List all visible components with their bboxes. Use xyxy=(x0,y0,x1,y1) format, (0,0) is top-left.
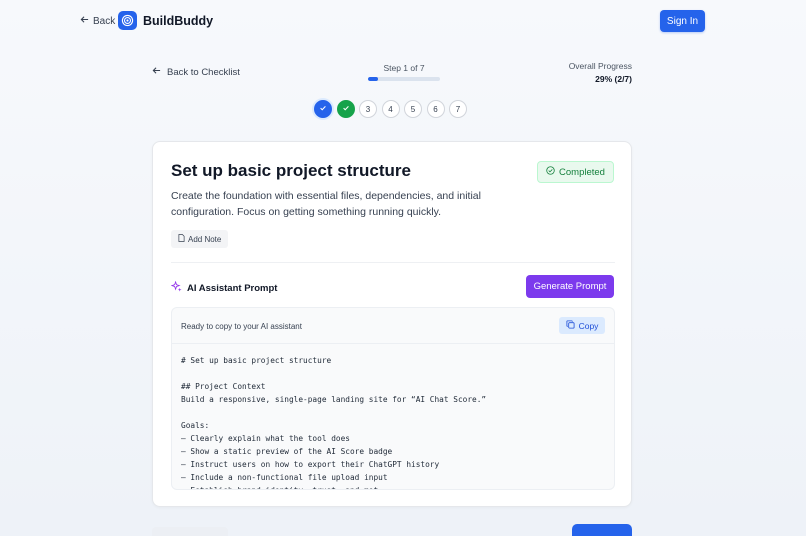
back-link[interactable]: Back xyxy=(80,15,115,27)
sign-in-button[interactable]: Sign In xyxy=(660,10,705,32)
arrow-left-icon xyxy=(152,66,161,78)
prompt-panel: Ready to copy to your AI assistant Copy … xyxy=(171,307,615,490)
status-label: Completed xyxy=(559,166,605,178)
divider xyxy=(171,262,615,263)
copy-label: Copy xyxy=(578,320,599,331)
back-to-checklist-link[interactable]: Back to Checklist xyxy=(152,66,240,78)
step-dot-6[interactable]: 6 xyxy=(426,100,445,118)
step-progress-fill xyxy=(368,77,379,81)
ai-prompt-title: AI Assistant Prompt xyxy=(187,282,278,294)
ai-prompt-heading: AI Assistant Prompt xyxy=(170,280,278,295)
check-icon xyxy=(319,104,327,114)
overall-progress-value: 29% (2/7) xyxy=(595,74,632,84)
step-dot-3[interactable]: 3 xyxy=(359,100,377,118)
back-to-checklist-label: Back to Checklist xyxy=(167,66,240,78)
copy-icon xyxy=(566,320,575,331)
task-title: Set up basic project structure xyxy=(171,161,411,180)
overall-progress: Overall Progress 29% (2/7) xyxy=(560,61,632,84)
check-icon xyxy=(342,104,350,114)
overall-progress-label: Overall Progress xyxy=(568,61,632,71)
brand-logo-icon xyxy=(118,11,137,30)
copy-button[interactable]: Copy xyxy=(559,317,605,334)
step-dot-7[interactable]: 7 xyxy=(449,100,467,118)
task-description: Create the foundation with essential fil… xyxy=(171,190,481,218)
status-badge: Completed xyxy=(537,161,614,183)
brand-name: BuildBuddy xyxy=(143,13,214,28)
note-icon xyxy=(178,234,185,244)
arrow-left-icon xyxy=(80,15,89,27)
add-note-label: Add Note xyxy=(188,234,222,244)
step-label: Step 1 of 7 xyxy=(383,63,425,73)
sparkles-icon xyxy=(170,280,182,295)
generate-prompt-button[interactable]: Generate Prompt xyxy=(526,275,614,298)
prompt-panel-header: Ready to copy to your AI assistant Copy xyxy=(172,308,614,344)
step-indicator: Step 1 of 7 xyxy=(366,63,442,81)
prompt-text[interactable]: # Set up basic project structure ## Proj… xyxy=(181,354,606,489)
task-card: Set up basic project structure Completed… xyxy=(152,141,632,507)
top-bar: Back BuildBuddy Sign In xyxy=(0,0,806,42)
step-dot-1[interactable] xyxy=(314,100,332,118)
back-label: Back xyxy=(93,15,116,27)
ready-text: Ready to copy to your AI assistant xyxy=(181,322,302,331)
previous-button[interactable] xyxy=(152,527,228,536)
add-note-button[interactable]: Add Note xyxy=(171,230,229,248)
step-dot-5[interactable]: 5 xyxy=(404,100,422,118)
brand[interactable]: BuildBuddy xyxy=(118,11,213,30)
step-progress-bar xyxy=(368,77,440,81)
step-dot-4[interactable]: 4 xyxy=(381,100,400,118)
next-button[interactable] xyxy=(572,524,632,536)
step-dot-2[interactable] xyxy=(336,100,355,118)
check-circle-icon xyxy=(546,166,555,178)
step-navigator: 3 4 5 6 7 xyxy=(314,100,467,118)
